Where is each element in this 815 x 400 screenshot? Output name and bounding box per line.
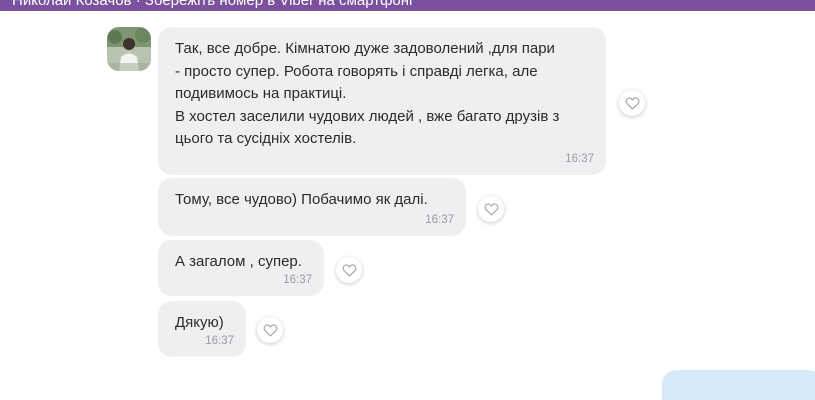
notification-banner[interactable]: Николай Козачов · Збережіть номер в Vibe… bbox=[0, 0, 815, 11]
message-timestamp: 16:37 bbox=[205, 335, 234, 347]
message-text: А загалом , супер. bbox=[175, 253, 302, 270]
contact-avatar[interactable] bbox=[107, 27, 151, 71]
contact-avatar-photo bbox=[107, 27, 151, 71]
like-button[interactable] bbox=[478, 196, 504, 222]
heart-outline-icon bbox=[263, 324, 277, 337]
message-bubble[interactable]: Тому, все чудово) Побачимо як далі. 16:3… bbox=[158, 178, 466, 236]
like-button[interactable] bbox=[336, 257, 362, 283]
outgoing-message-bubble[interactable] bbox=[662, 370, 815, 400]
message-bubble[interactable]: Так, все добре. Кімнатою дуже задоволени… bbox=[158, 27, 606, 175]
message-text: Так, все добре. Кімнатою дуже задоволени… bbox=[175, 40, 560, 147]
message-timestamp: 16:37 bbox=[283, 274, 312, 286]
message-bubble[interactable]: А загалом , супер. 16:37 bbox=[158, 240, 324, 296]
like-button[interactable] bbox=[619, 90, 645, 116]
message-text: Тому, все чудово) Побачимо як далі. bbox=[175, 191, 428, 208]
message-bubble[interactable]: Дякую) 16:37 bbox=[158, 301, 246, 357]
message-timestamp: 16:37 bbox=[425, 214, 454, 226]
message-timestamp: 16:37 bbox=[565, 153, 594, 165]
heart-outline-icon bbox=[625, 97, 639, 110]
heart-outline-icon bbox=[342, 264, 356, 277]
message-text: Дякую) bbox=[175, 314, 224, 331]
heart-outline-icon bbox=[484, 203, 498, 216]
like-button[interactable] bbox=[257, 317, 283, 343]
